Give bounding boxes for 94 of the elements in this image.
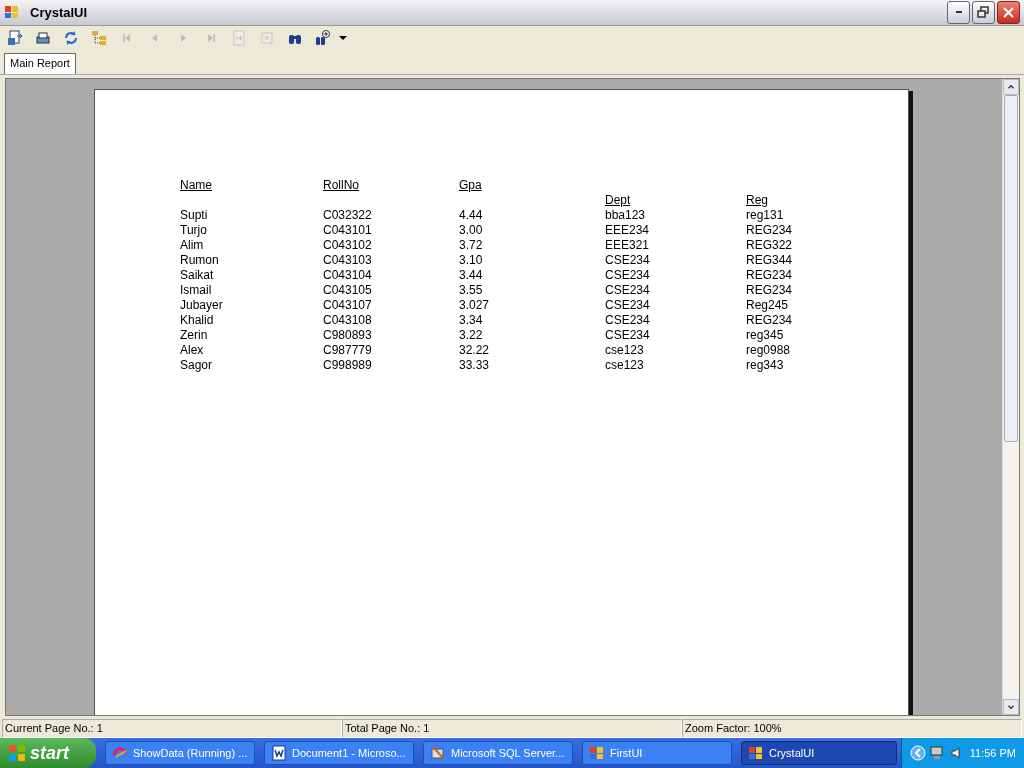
status-text: Total Page No.: 1 [342, 718, 682, 738]
start-button[interactable]: start [0, 738, 96, 768]
table-cell: CSE234 [605, 312, 650, 327]
close-button[interactable] [997, 0, 1020, 24]
column-header: Name [180, 177, 212, 193]
windows-logo-icon [8, 744, 26, 762]
table-cell: 3.55 [459, 282, 483, 297]
restore-button[interactable] [972, 0, 995, 24]
table-cell: cse123 [605, 357, 644, 372]
zoom-icon [315, 30, 331, 47]
table-cell: CSE234 [605, 282, 650, 297]
column-header: Dept [605, 192, 631, 208]
table-cell: REG234 [746, 282, 793, 297]
table-cell: 4.44 [459, 207, 483, 222]
stop-icon [259, 30, 275, 47]
window-title: CrystalUI [30, 4, 89, 20]
table-cell: REG234 [746, 222, 793, 237]
table-cell: reg0988 [746, 342, 791, 357]
table-cell: 33.33 [459, 357, 490, 372]
table-cell: Supti [180, 207, 208, 222]
table-cell: C043102 [323, 237, 372, 252]
table-cell: C987779 [323, 342, 372, 357]
table-cell: reg345 [746, 327, 784, 342]
computer-icon [929, 745, 946, 761]
table-cell: Jubayer [180, 297, 223, 312]
table-cell: 3.00 [459, 222, 483, 237]
table-cell: 3.027 [459, 297, 490, 312]
go-to-page-icon [231, 30, 247, 47]
minimize-icon [955, 11, 962, 14]
table-cell: REG344 [746, 252, 793, 267]
table-cell: C043104 [323, 267, 372, 282]
print-icon [35, 30, 51, 47]
table-cell: EEE234 [605, 222, 650, 237]
column-header: Reg [746, 192, 768, 208]
table-cell: Alex [180, 342, 204, 357]
table-cell: CSE234 [605, 327, 650, 342]
table-cell: Rumon [180, 252, 219, 267]
table-cell: 32.22 [459, 342, 490, 357]
table-cell: Zerin [180, 327, 208, 342]
table-cell: CSE234 [605, 267, 650, 282]
chevron-left-icon [909, 745, 926, 761]
close-icon [1002, 5, 1015, 19]
taskbar-button[interactable]: Document1 - Microso... [264, 741, 414, 765]
group-tree-icon [91, 30, 107, 47]
table-cell: REG322 [746, 237, 793, 252]
table-cell: 3.10 [459, 252, 483, 267]
taskbar-button[interactable]: CrystalUI [741, 741, 897, 765]
table-cell: Reg245 [746, 297, 789, 312]
export-icon [7, 30, 23, 47]
status-text: Zoom Factor: 100% [682, 718, 1022, 738]
table-cell: bba123 [605, 207, 646, 222]
caret-icon [339, 36, 347, 41]
minimize-button[interactable] [947, 0, 970, 24]
clock: 11:56 PM [969, 747, 1016, 759]
app-icon [748, 745, 764, 761]
taskbar-button[interactable]: ShowData (Running) ... [105, 741, 255, 765]
table-cell: 3.44 [459, 267, 483, 282]
status-text: Current Page No.: 1 [2, 718, 342, 738]
app-icon [4, 4, 20, 21]
table-cell: 3.72 [459, 237, 483, 252]
table-cell: C043108 [323, 312, 372, 327]
table-cell: cse123 [605, 342, 644, 357]
refresh-icon [63, 30, 79, 47]
column-header: Gpa [459, 177, 482, 193]
document-icon [271, 745, 287, 761]
table-cell: CSE234 [605, 297, 650, 312]
vertical-scrollbar[interactable] [1002, 78, 1019, 715]
table-cell: C032322 [323, 207, 372, 222]
table-cell: Sagor [180, 357, 213, 372]
table-cell: EEE321 [605, 237, 650, 252]
table-cell: C043107 [323, 297, 372, 312]
table-cell: Ismail [180, 282, 212, 297]
taskbar-button[interactable]: Microsoft SQL Server... [423, 741, 573, 765]
restore-icon [977, 5, 990, 19]
table-cell: C998989 [323, 357, 372, 372]
table-cell: CSE234 [605, 252, 650, 267]
column-header: RollNo [323, 177, 359, 193]
table-cell: Khalid [180, 312, 214, 327]
report-tab[interactable]: Main Report [4, 52, 76, 74]
table-cell: C043105 [323, 282, 372, 297]
taskbar-button[interactable]: FirstUI [582, 741, 732, 765]
table-cell: reg131 [746, 207, 784, 222]
table-cell: reg343 [746, 357, 784, 372]
app-icon [589, 745, 605, 761]
table-cell: Alim [180, 237, 204, 252]
table-cell: 3.34 [459, 312, 483, 327]
table-cell: Saikat [180, 267, 214, 282]
table-cell: C980893 [323, 327, 372, 342]
table-cell: REG234 [746, 267, 793, 282]
table-cell: C043103 [323, 252, 372, 267]
table-cell: C043101 [323, 222, 372, 237]
table-cell: Turjo [180, 222, 207, 237]
table-cell: 3.22 [459, 327, 483, 342]
table-cell: REG234 [746, 312, 793, 327]
